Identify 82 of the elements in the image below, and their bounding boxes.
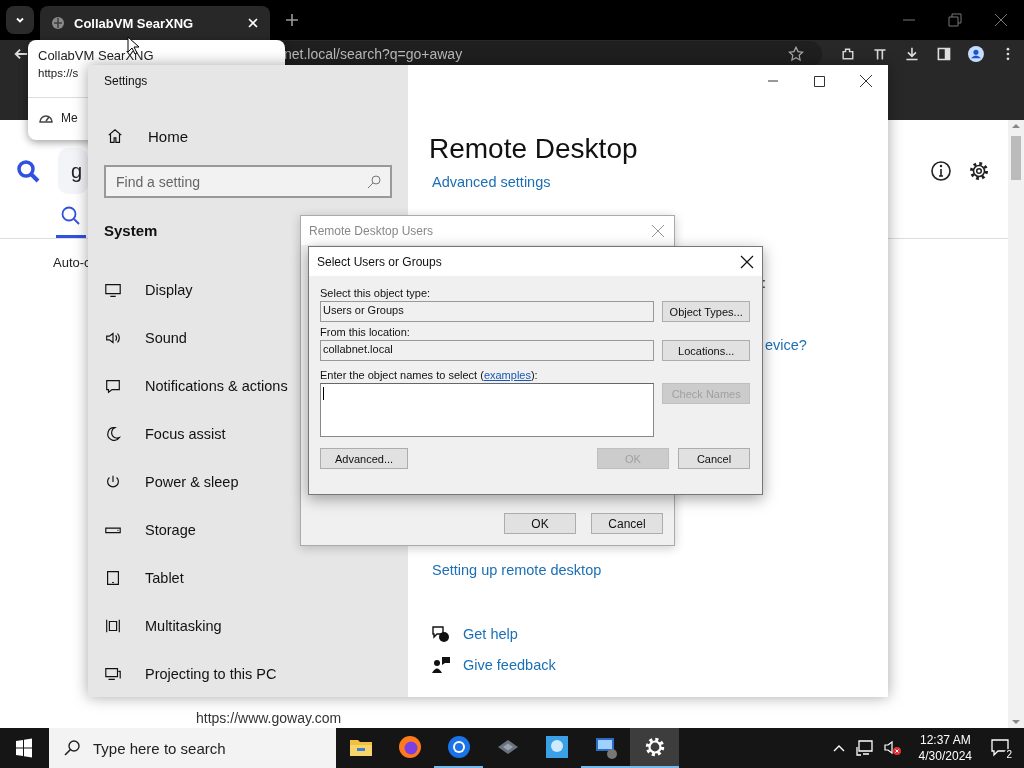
memory-label: Me — [61, 111, 78, 125]
search-icon — [366, 173, 382, 190]
notification-icon — [990, 738, 1012, 758]
settings-icon[interactable] — [968, 160, 990, 182]
browser-icon — [445, 734, 472, 760]
close-icon[interactable] — [740, 254, 754, 269]
advanced-settings-link[interactable]: Advanced settings — [432, 174, 551, 190]
object-type-field: Users or Groups — [320, 301, 655, 322]
setup-link[interactable]: Setting up remote desktop — [432, 562, 602, 578]
favicon-icon — [50, 15, 66, 31]
download-icon[interactable] — [904, 46, 921, 62]
nav-icon — [104, 569, 122, 587]
window-title: Settings — [104, 74, 148, 88]
clock-date: 4/30/2024 — [918, 748, 972, 764]
help-bubble-icon — [431, 624, 451, 644]
tab-list-button[interactable] — [6, 6, 34, 34]
nav-icon — [104, 281, 122, 299]
page-heading: Remote Desktop — [429, 133, 638, 165]
search-text: g — [71, 159, 83, 183]
address-text: net.local/search?q=go+away — [283, 46, 463, 62]
close-icon[interactable] — [246, 16, 260, 30]
section-heading: System — [104, 222, 158, 239]
scroll-thumb[interactable] — [1011, 136, 1021, 180]
volume-muted-icon[interactable] — [882, 739, 903, 757]
dialog-button[interactable]: Cancel — [591, 513, 663, 534]
taskbar-search-field[interactable]: Type here to search — [49, 728, 336, 768]
clock-time: 12:37 AM — [919, 732, 971, 748]
search-icon — [63, 739, 81, 757]
home-nav-item[interactable]: Home — [106, 127, 392, 145]
hover-card-title: CollabVM SearXNG — [38, 48, 154, 63]
nav-item[interactable]: Multitasking — [104, 602, 392, 650]
dialog-button[interactable]: Cancel — [678, 448, 750, 469]
profile-icon[interactable] — [968, 46, 985, 62]
nav-icon — [104, 329, 122, 347]
feedback-icon — [431, 655, 451, 675]
network-icon[interactable] — [854, 739, 875, 757]
tab-title: CollabVM SearXNG — [74, 15, 195, 31]
browser-icon — [396, 734, 423, 760]
hover-card-url: https://s — [38, 67, 79, 79]
clock[interactable]: 12:37 AM 4/30/2024 — [918, 732, 972, 764]
help-link[interactable]: Get help — [463, 626, 518, 642]
nav-item[interactable]: Tablet — [104, 554, 392, 602]
house-icon — [106, 127, 124, 145]
info-icon[interactable] — [930, 160, 952, 182]
search-icon — [60, 205, 82, 227]
new-tab-icon[interactable] — [284, 12, 300, 28]
dialog-title: Remote Desktop Users — [309, 223, 434, 238]
dialog-title: Select Users or Groups — [317, 254, 442, 269]
field-label: From this location: — [320, 326, 410, 338]
location-field: collabnet.local — [320, 340, 655, 361]
restore-icon[interactable] — [948, 13, 962, 27]
nav-icon — [104, 425, 122, 443]
text-fragment: : — [762, 275, 766, 291]
nav-item[interactable]: Projecting to this PC — [104, 650, 392, 697]
locations-button[interactable]: Locations... — [662, 340, 750, 361]
nav-item[interactable]: Storage — [104, 506, 392, 554]
result-url: https://www.goway.com — [196, 710, 342, 726]
dialog-button[interactable]: OK — [504, 513, 576, 534]
pi-icon[interactable] — [872, 46, 889, 62]
search-field[interactable]: Find a setting — [104, 165, 392, 198]
browser-tab[interactable]: CollabVM SearXNG — [40, 6, 270, 40]
taskbar-app[interactable] — [630, 728, 679, 768]
search-field[interactable]: g — [58, 148, 88, 194]
dialog-button[interactable]: Advanced... — [320, 448, 408, 469]
notification-count: 2 — [1004, 749, 1014, 760]
search-icon[interactable] — [15, 158, 41, 184]
question-link[interactable]: evice? — [765, 337, 807, 353]
names-input-field[interactable] — [320, 383, 655, 437]
side-panel-icon[interactable] — [936, 46, 953, 62]
object-types-button[interactable]: Object Types... — [662, 301, 750, 322]
nav-icon — [104, 665, 122, 683]
star-icon[interactable] — [788, 46, 805, 62]
nav-icon — [104, 617, 122, 635]
app-icon — [543, 734, 570, 760]
result-text: Auto-c — [53, 255, 91, 270]
nav-icon — [104, 377, 122, 395]
scrollbar[interactable] — [1008, 120, 1024, 728]
help-link[interactable]: Give feedback — [463, 657, 556, 673]
back-arrow-icon[interactable] — [13, 46, 29, 62]
notifications-button[interactable]: 2 — [986, 733, 1016, 763]
field-label: Select this object type: — [320, 287, 431, 299]
field-label: Enter the object names to select (examples): — [320, 369, 538, 381]
